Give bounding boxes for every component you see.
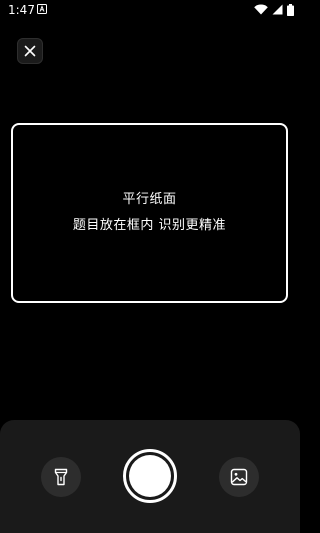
status-time: 1:47 [8,3,35,17]
shutter-inner [129,455,171,497]
close-button[interactable] [17,38,43,64]
close-icon [24,45,36,57]
notification-a-icon [37,4,47,14]
camera-controls-panel [0,420,300,533]
status-icons [254,3,294,16]
hint-subtitle: 题目放在框内 识别更精准 [72,218,227,233]
shutter-button[interactable] [123,449,177,503]
scan-frame: 平行纸面 题目放在框内 识别更精准 [11,123,288,303]
gallery-icon [230,468,248,486]
gallery-button[interactable] [219,457,259,497]
hint-title: 平行纸面 [122,192,177,207]
flashlight-icon [54,468,68,486]
flashlight-button[interactable] [41,457,81,497]
battery-icon [287,3,294,16]
wifi-icon [254,4,268,15]
status-bar: 1:47 [0,0,300,20]
cellular-signal-icon [272,4,283,15]
